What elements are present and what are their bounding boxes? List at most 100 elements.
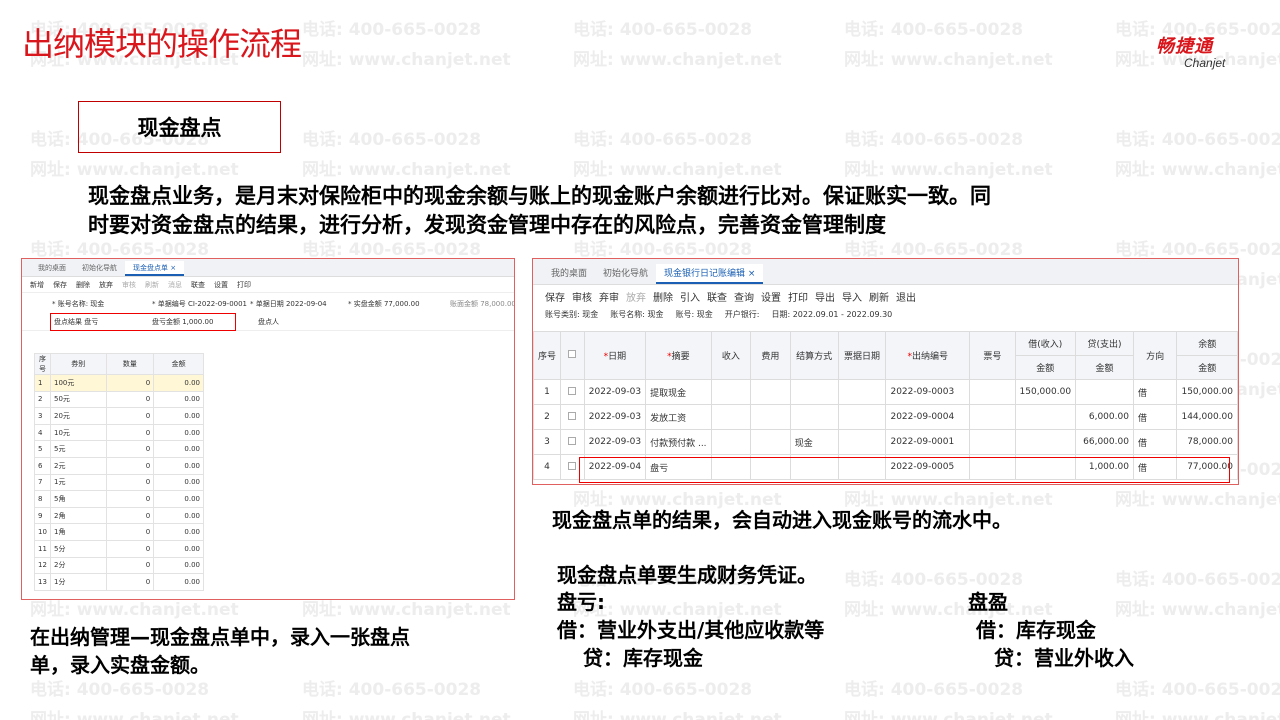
toolbar-delete-button[interactable]: 删除 — [653, 289, 673, 304]
row-checkbox[interactable] — [568, 386, 577, 395]
table-row[interactable]: 1 2022-09-03 提取现金 2022-09-0003 150,000.00 借 15… — [533, 379, 1238, 405]
row-checkbox[interactable] — [568, 411, 577, 420]
table-cell: 0 — [105, 490, 155, 508]
toolbar-import-button[interactable]: 导入 — [842, 289, 862, 304]
table-row[interactable]: 12 2分 0 0.00 — [34, 556, 204, 575]
toolbar-export-button[interactable]: 导出 — [815, 289, 835, 304]
table-cell: 4 — [34, 423, 51, 442]
table-row[interactable]: 13 1分 0 0.00 — [34, 573, 204, 591]
counter-field[interactable]: 盘点人 — [258, 317, 279, 327]
tab-init-nav[interactable]: 初始化导航 — [74, 261, 125, 276]
bank-label: 开户银行: — [724, 309, 760, 319]
toolbar-link-button[interactable]: 联查 — [191, 280, 205, 290]
table-row[interactable]: 6 2元 0 0.00 — [34, 456, 204, 475]
table-cell: 5 — [34, 440, 51, 458]
toolbar-print-button[interactable]: 打印 — [788, 289, 808, 304]
toolbar-audit-button[interactable]: 审核 — [122, 280, 136, 290]
table-row[interactable]: 3 20元 0 0.00 — [34, 407, 204, 425]
table-cell: 50元 — [49, 390, 107, 409]
doc-date-field[interactable]: * 单据日期 2022-09-04 — [250, 299, 327, 309]
tab-init-nav[interactable]: 初始化导航 — [595, 264, 656, 284]
denomination-table-body: 1 100元 0 0.00 2 50元 0 0.00 3 20元 0 0.00 4 10元 0 0.00 5 5元… — [34, 374, 204, 591]
gain-credit: 贷：营业外收入 — [994, 646, 1134, 670]
toolbar-save-button[interactable]: 保存 — [53, 280, 67, 290]
table-row[interactable]: 9 2角 0 0.00 — [34, 506, 204, 525]
watermark-site: 网址: www.chanjet.net — [302, 710, 511, 720]
toolbar-refresh-button[interactable]: 刷新 — [869, 289, 889, 304]
table-cell: 借 — [1132, 429, 1178, 455]
close-icon[interactable]: × — [748, 269, 756, 279]
row-select-cell[interactable] — [560, 379, 585, 405]
col-header-date-label: 日期 — [608, 352, 627, 362]
actual-amount-field[interactable]: * 实盘金额 77,000.00 — [348, 299, 420, 309]
tab-my-desktop[interactable]: 我的桌面 — [30, 261, 74, 276]
table-row[interactable]: 2 50元 0 0.00 — [34, 390, 204, 409]
table-cell: 10元 — [49, 423, 107, 442]
table-row[interactable]: 8 5角 0 0.00 — [34, 490, 204, 508]
table-cell: 2022-09-03 — [583, 429, 647, 455]
watermark-site: 网址: www.chanjet.net — [573, 160, 782, 180]
cash-count-screenshot: 我的桌面 初始化导航 现金盘点单 × 新增 保存 删除 放弃 审核 刷新 消息 … — [21, 258, 515, 600]
table-cell: 0.00 — [153, 523, 204, 541]
voucher-title: 现金盘点单要生成财务凭证。 — [557, 563, 817, 587]
toolbar-exit-button[interactable]: 退出 — [896, 289, 916, 304]
doc-no-field[interactable]: * 单据编号 CI-2022-09-0001 — [152, 299, 247, 309]
table-cell: 0 — [105, 539, 155, 558]
table-cell: 借 — [1132, 379, 1178, 405]
toolbar-link-button[interactable]: 联查 — [707, 289, 727, 304]
table-row[interactable]: 1 100元 0 0.00 — [34, 374, 204, 392]
select-all-checkbox[interactable] — [568, 350, 577, 358]
toolbar-settings-button[interactable]: 设置 — [214, 280, 228, 290]
table-row[interactable]: 4 10元 0 0.00 — [34, 423, 204, 442]
table-cell: 150,000.00 — [1014, 379, 1077, 405]
toolbar-settings-button[interactable]: 设置 — [761, 289, 781, 304]
row-checkbox[interactable] — [568, 436, 577, 445]
toolbar-discard-button[interactable]: 放弃 — [626, 289, 646, 304]
table-cell — [789, 379, 839, 405]
toolbar-save-button[interactable]: 保存 — [545, 289, 565, 304]
table-cell: 0.00 — [153, 490, 204, 508]
table-row[interactable]: 2 2022-09-03 发放工资 2022-09-0004 6,000.00 借 144,… — [533, 404, 1238, 430]
toolbar-discard-button[interactable]: 放弃 — [99, 280, 113, 290]
account-field[interactable]: * 账号名称: 现金 — [52, 299, 104, 309]
toolbar-query-button[interactable]: 查询 — [734, 289, 754, 304]
toolbar-import-ref-button[interactable]: 引入 — [680, 289, 700, 304]
table-row[interactable]: 11 5分 0 0.00 — [34, 539, 204, 558]
table-cell: 0.00 — [153, 456, 204, 475]
toolbar-print-button[interactable]: 打印 — [237, 280, 251, 290]
account-type-label: 账号类别: 现金 — [545, 309, 599, 319]
toolbar-delete-button[interactable]: 删除 — [76, 280, 90, 290]
table-row[interactable]: 3 2022-09-03 付款预付款 ... 现金 2022-09-0001 66,000… — [533, 429, 1238, 455]
description-line-2: 时要对资金盘点的结果，进行分析，发现资金管理中存在的风险点，完善资金管理制度 — [88, 213, 886, 237]
tab-cash-journal[interactable]: 现金银行日记账编辑 × — [656, 264, 764, 284]
table-cell: 0 — [105, 407, 155, 425]
left-note-line-1: 在出纳管理—现金盘点单中，录入一张盘点 — [30, 625, 410, 649]
table-row[interactable]: 10 1角 0 0.00 — [34, 523, 204, 541]
left-tab-bar: 我的桌面 初始化导航 现金盘点单 × — [22, 259, 514, 277]
col-header-select[interactable] — [560, 331, 585, 380]
tab-my-desktop[interactable]: 我的桌面 — [543, 264, 595, 284]
table-cell: 0 — [105, 573, 155, 591]
toolbar-message-button[interactable]: 消息 — [168, 280, 182, 290]
table-cell: 0.00 — [153, 506, 204, 525]
row-select-cell[interactable] — [560, 429, 585, 455]
table-cell: 0.00 — [153, 423, 204, 442]
watermark-site: 网址: www.chanjet.net — [1115, 160, 1280, 180]
row-select-cell[interactable] — [560, 404, 585, 430]
tab-cash-count[interactable]: 现金盘点单 × — [125, 261, 185, 276]
table-cell: 提取现金 — [645, 379, 712, 405]
highlight-box — [50, 313, 236, 331]
table-cell: 0 — [105, 390, 155, 409]
table-row[interactable]: 5 5元 0 0.00 — [34, 440, 204, 458]
toolbar-unaudit-button[interactable]: 弃审 — [599, 289, 619, 304]
toolbar-refresh-button[interactable]: 刷新 — [145, 280, 159, 290]
row-checkbox[interactable] — [568, 461, 577, 470]
table-row[interactable]: 7 1元 0 0.00 — [34, 473, 204, 492]
col-header-income: 收入 — [710, 331, 752, 380]
close-icon[interactable]: × — [170, 264, 176, 272]
toolbar-new-button[interactable]: 新增 — [30, 280, 44, 290]
toolbar-audit-button[interactable]: 审核 — [572, 289, 592, 304]
table-cell: 144,000.00 — [1176, 404, 1238, 430]
table-cell: 0.00 — [153, 390, 204, 409]
table-cell: 11 — [34, 539, 51, 558]
